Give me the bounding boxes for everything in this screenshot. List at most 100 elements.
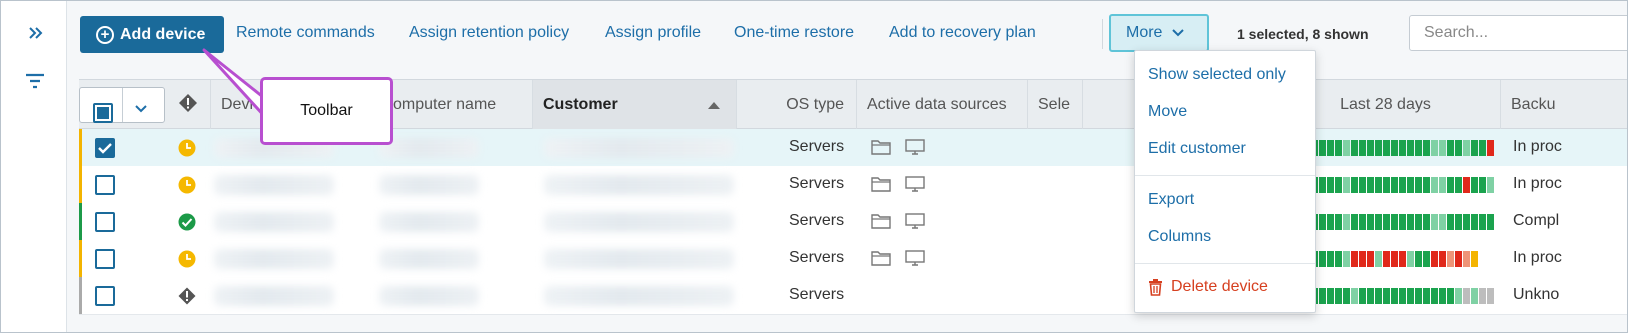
day-status-block — [1383, 140, 1390, 156]
one-time-restore-link[interactable]: One-time restore — [734, 24, 854, 42]
day-status-block — [1423, 288, 1430, 304]
backup-status-cell: Compl — [1513, 212, 1560, 229]
redacted-text — [214, 175, 334, 195]
day-status-block — [1343, 251, 1350, 267]
menu-divider — [1135, 263, 1315, 264]
day-status-block — [1463, 251, 1470, 267]
more-dropdown-menu: Show selected only Move Edit customer Ex… — [1134, 50, 1316, 313]
backup-status-cell: Unkno — [1513, 286, 1560, 303]
day-status-block — [1407, 288, 1414, 304]
menu-item-edit-customer[interactable]: Edit customer — [1148, 140, 1246, 158]
table-row[interactable]: ServersBIn proc — [79, 166, 1627, 204]
day-status-block — [1399, 177, 1406, 193]
day-status-block — [1479, 288, 1486, 304]
backup-column-header[interactable]: Backu — [1501, 80, 1627, 130]
check-circle-icon — [178, 213, 196, 231]
day-status-block — [1335, 140, 1342, 156]
day-status-block — [1359, 140, 1366, 156]
clock-pending-icon — [178, 250, 196, 268]
day-status-block — [1319, 140, 1326, 156]
day-status-block — [1479, 214, 1486, 230]
menu-item-export[interactable]: Export — [1148, 191, 1194, 209]
monitor-icon — [905, 250, 925, 271]
day-status-block — [1487, 214, 1494, 230]
day-status-block — [1375, 288, 1382, 304]
day-status-block — [1463, 214, 1470, 230]
day-status-block — [1327, 251, 1334, 267]
redacted-text — [544, 249, 734, 269]
search-input[interactable] — [1409, 15, 1627, 51]
day-status-block — [1463, 177, 1470, 193]
row-checkbox[interactable] — [95, 175, 115, 195]
table-row[interactable]: ServersBCompl — [79, 203, 1627, 241]
app-frame: + Add device Remote commands Assign rete… — [0, 0, 1628, 333]
chevron-down-icon — [1172, 29, 1185, 37]
day-status-block — [1431, 251, 1438, 267]
row-checkbox[interactable] — [95, 249, 115, 269]
data-sources-cell — [871, 176, 925, 197]
last-28-days-history — [1295, 214, 1495, 230]
day-status-block — [1319, 288, 1326, 304]
active-data-sources-column-header[interactable]: Active data sources — [857, 80, 1028, 130]
day-status-block — [1455, 140, 1462, 156]
redacted-text — [214, 212, 334, 232]
monitor-icon — [905, 139, 925, 160]
day-status-block — [1367, 251, 1374, 267]
day-status-block — [1407, 251, 1414, 267]
day-status-block — [1351, 251, 1358, 267]
data-sources-cell — [871, 139, 925, 160]
day-status-block — [1463, 140, 1470, 156]
menu-item-columns[interactable]: Columns — [1148, 228, 1211, 246]
assign-retention-policy-link[interactable]: Assign retention policy — [409, 24, 569, 42]
add-to-recovery-plan-link[interactable]: Add to recovery plan — [889, 24, 1036, 42]
day-status-block — [1383, 177, 1390, 193]
day-status-block — [1447, 288, 1454, 304]
day-status-block — [1471, 177, 1478, 193]
customer-column-header[interactable]: Customer — [533, 80, 737, 130]
day-status-block — [1391, 140, 1398, 156]
day-status-block — [1487, 140, 1494, 156]
day-status-block — [1367, 177, 1374, 193]
day-status-block — [1471, 140, 1478, 156]
day-status-block — [1351, 177, 1358, 193]
day-status-block — [1351, 140, 1358, 156]
day-status-block — [1487, 288, 1494, 304]
day-status-block — [1359, 214, 1366, 230]
menu-item-delete-device[interactable]: Delete device — [1148, 278, 1268, 296]
day-status-block — [1439, 214, 1446, 230]
table-row[interactable]: ServersBIn proc — [79, 240, 1627, 278]
day-status-block — [1431, 288, 1438, 304]
day-status-block — [1407, 177, 1414, 193]
day-status-block — [1359, 288, 1366, 304]
more-button[interactable]: More — [1109, 14, 1209, 52]
menu-item-show-selected-only[interactable]: Show selected only — [1148, 66, 1286, 84]
backup-status-cell: In proc — [1513, 249, 1562, 266]
day-status-block — [1351, 288, 1358, 304]
day-status-block — [1471, 251, 1478, 267]
os-type-cell: Servers — [789, 212, 845, 229]
last-28-days-history — [1295, 288, 1495, 304]
row-checkbox[interactable] — [95, 286, 115, 306]
day-status-block — [1479, 140, 1486, 156]
day-status-block — [1327, 214, 1334, 230]
day-status-block — [1415, 214, 1422, 230]
menu-item-move[interactable]: Move — [1148, 103, 1187, 121]
delete-device-label: Delete device — [1171, 278, 1268, 295]
last-28-days-history — [1295, 140, 1495, 156]
day-status-block — [1367, 214, 1374, 230]
day-status-block — [1375, 177, 1382, 193]
selected-size-column-header[interactable]: Sele — [1028, 80, 1083, 130]
day-status-block — [1479, 177, 1486, 193]
row-checkbox[interactable] — [95, 212, 115, 232]
table-row[interactable]: ServersBUnkno — [79, 277, 1627, 315]
clock-pending-icon — [178, 176, 196, 194]
day-status-block — [1439, 177, 1446, 193]
backup-status-cell: In proc — [1513, 175, 1562, 192]
day-status-block — [1367, 288, 1374, 304]
day-status-block — [1439, 288, 1446, 304]
row-status-stripe — [79, 203, 82, 240]
backup-status-cell: In proc — [1513, 138, 1562, 155]
assign-profile-link[interactable]: Assign profile — [605, 24, 701, 42]
os-type-column-header[interactable]: OS type — [737, 80, 857, 130]
day-status-block — [1327, 177, 1334, 193]
